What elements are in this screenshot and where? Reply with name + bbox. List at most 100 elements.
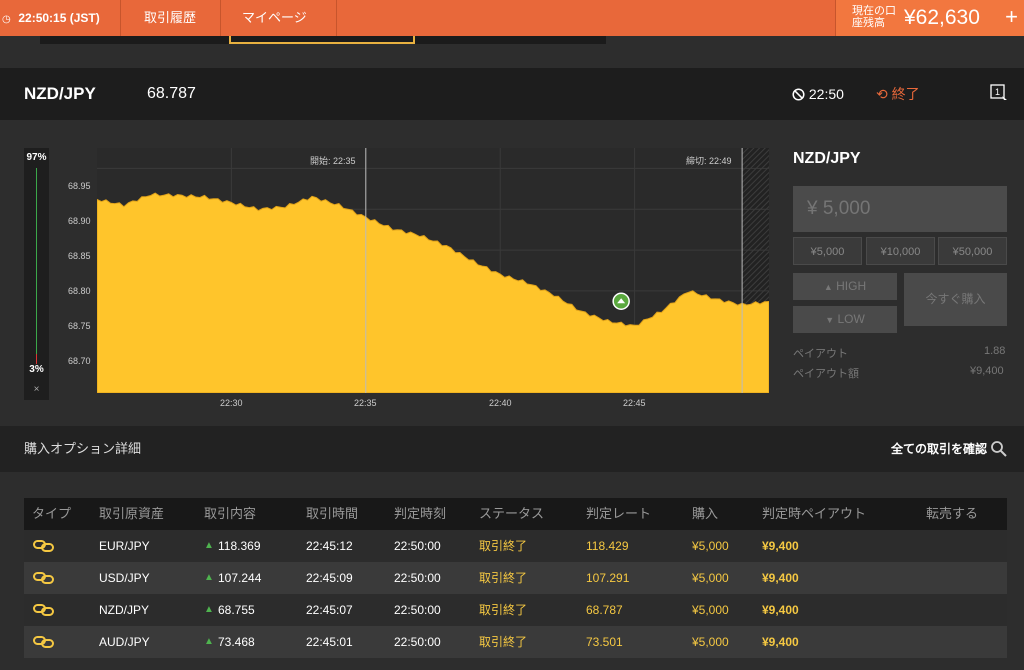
cell-buy: ¥5,000	[692, 571, 729, 585]
asset-tab-selected[interactable]	[229, 36, 415, 44]
low-bar	[36, 354, 37, 364]
cell-payout: ¥9,400	[762, 571, 799, 585]
balance-value: ¥62,630	[904, 6, 980, 29]
cell-buy: ¥5,000	[692, 635, 729, 649]
cell-payout: ¥9,400	[762, 539, 799, 553]
x-tick-label: 22:30	[220, 398, 243, 408]
cell-time: 22:45:09	[306, 571, 353, 585]
up-arrow-icon: ▲	[204, 604, 214, 615]
nav-my-page[interactable]: マイページ	[242, 0, 307, 36]
table-header: タイプ 取引原資産 取引内容 取引時間 判定時刻 ステータス 判定レート 購入 …	[24, 498, 1007, 530]
cell-judge-time: 22:50:00	[394, 539, 441, 553]
chain-icon	[33, 572, 54, 584]
table-row[interactable]: NZD/JPY ▲ 68.755 22:45:07 22:50:00 取引終了 …	[24, 594, 1007, 626]
cell-judge-rate: 107.291	[586, 571, 630, 585]
expiry-time: 22:50	[808, 86, 844, 102]
col-buy: 購入	[692, 506, 719, 521]
details-title: 購入オプション詳細	[24, 441, 142, 456]
col-judge-time: 判定時刻	[394, 506, 447, 521]
round-status: ⟲ 終了	[876, 68, 920, 120]
col-content: 取引内容	[204, 506, 257, 521]
low-button[interactable]: ▼ LOW	[793, 306, 897, 333]
x-tick-label: 22:35	[354, 398, 377, 408]
cell-rate: 68.755	[218, 603, 255, 617]
cell-rate: 107.244	[218, 571, 262, 585]
col-status: ステータス	[479, 506, 545, 521]
table-row[interactable]: AUD/JPY ▲ 73.468 22:45:01 22:50:00 取引終了 …	[24, 626, 1007, 658]
cell-status: 取引終了	[479, 635, 528, 649]
y-tick-label: 68.90	[68, 216, 91, 226]
cell-judge-time: 22:50:00	[394, 571, 441, 585]
low-percent: 3%	[29, 364, 44, 375]
col-resell: 転売する	[926, 506, 979, 521]
cell-status: 取引終了	[479, 539, 528, 553]
y-tick-label: 68.75	[68, 321, 91, 331]
cell-asset: EUR/JPY	[99, 539, 150, 553]
round-status-text: 終了	[891, 86, 920, 102]
cell-time: 22:45:01	[306, 635, 353, 649]
history-icon: ⟲	[876, 86, 888, 102]
x-tick-label: 22:40	[489, 398, 512, 408]
top-bar: ◷ 22:50:15 (JST) 取引履歴 マイページ 現在の口座残高 ¥62,…	[0, 0, 1024, 36]
table-row[interactable]: USD/JPY ▲ 107.244 22:45:09 22:50:00 取引終了…	[24, 562, 1007, 594]
amount-10000-button[interactable]: ¥10,000	[866, 237, 935, 265]
expiry-timer: 22:50	[792, 68, 844, 120]
cell-judge-rate: 68.787	[586, 603, 623, 617]
up-arrow-icon: ▲	[204, 636, 214, 647]
no-entry-icon	[792, 88, 805, 101]
clock-icon: ◷	[2, 14, 11, 25]
clock-text: 22:50:15 (JST)	[18, 11, 100, 25]
price-chart[interactable]	[97, 148, 769, 393]
amount-50000-button[interactable]: ¥50,000	[938, 237, 1007, 265]
search-icon[interactable]	[990, 440, 1008, 458]
high-button[interactable]: ▲ HIGH	[793, 273, 897, 300]
cell-judge-time: 22:50:00	[394, 635, 441, 649]
add-funds-button[interactable]: +	[1005, 0, 1018, 34]
close-gauge-icon[interactable]: ×	[24, 384, 49, 395]
cell-payout: ¥9,400	[762, 603, 799, 617]
y-tick-label: 68.95	[68, 181, 91, 191]
chain-icon	[33, 636, 54, 648]
amount-5000-button[interactable]: ¥5,000	[793, 237, 862, 265]
high-bar	[36, 168, 37, 358]
table-row[interactable]: EUR/JPY ▲ 118.369 22:45:12 22:50:00 取引終了…	[24, 530, 1007, 562]
cell-asset: NZD/JPY	[99, 603, 150, 617]
y-tick-label: 68.70	[68, 356, 91, 366]
cell-judge-rate: 73.501	[586, 635, 623, 649]
panel-pair: NZD/JPY	[793, 150, 861, 167]
cell-asset: AUD/JPY	[99, 635, 150, 649]
cell-judge-rate: 118.429	[586, 539, 629, 553]
layout-toggle-icon[interactable]: 1	[990, 84, 1008, 102]
col-judge-rate: 判定レート	[586, 506, 652, 521]
end-label: 締切: 22:49	[686, 156, 732, 166]
payout-value: 1.88	[984, 345, 1006, 357]
amount-input[interactable]	[793, 186, 1007, 232]
entry-marker	[612, 292, 630, 310]
cell-payout: ¥9,400	[762, 635, 799, 649]
cell-time: 22:45:12	[306, 539, 353, 553]
trades-table: タイプ 取引原資産 取引内容 取引時間 判定時刻 ステータス 判定レート 購入 …	[24, 498, 1007, 658]
payout-amount-label: ペイアウト額	[793, 368, 859, 380]
y-tick-label: 68.85	[68, 251, 91, 261]
details-header: 購入オプション詳細 全ての取引を確認	[0, 426, 1024, 472]
buy-now-button[interactable]: 今すぐ購入	[904, 273, 1007, 326]
col-payout: 判定時ペイアウト	[762, 506, 867, 521]
col-time: 取引時間	[306, 506, 359, 521]
chain-icon	[33, 604, 54, 616]
x-tick-label: 22:45	[623, 398, 646, 408]
nav-trade-history[interactable]: 取引履歴	[144, 0, 196, 36]
payout-amount-value: ¥9,400	[970, 365, 1004, 377]
cell-buy: ¥5,000	[692, 603, 729, 617]
up-arrow-icon: ▲	[204, 572, 214, 583]
asset-header: NZD/JPY 68.787 22:50 ⟲ 終了	[0, 68, 1024, 120]
cell-rate: 118.369	[218, 539, 261, 553]
payout-label: ペイアウト	[793, 348, 848, 360]
cell-status: 取引終了	[479, 603, 528, 617]
cell-asset: USD/JPY	[99, 571, 150, 585]
cell-status: 取引終了	[479, 571, 528, 585]
all-trades-link[interactable]: 全ての取引を確認	[891, 426, 987, 472]
sentiment-gauge: 97% 3% ×	[24, 148, 49, 400]
start-label: 開始: 22:35	[310, 156, 356, 166]
svg-text:1: 1	[995, 87, 1000, 97]
cell-time: 22:45:07	[306, 603, 353, 617]
